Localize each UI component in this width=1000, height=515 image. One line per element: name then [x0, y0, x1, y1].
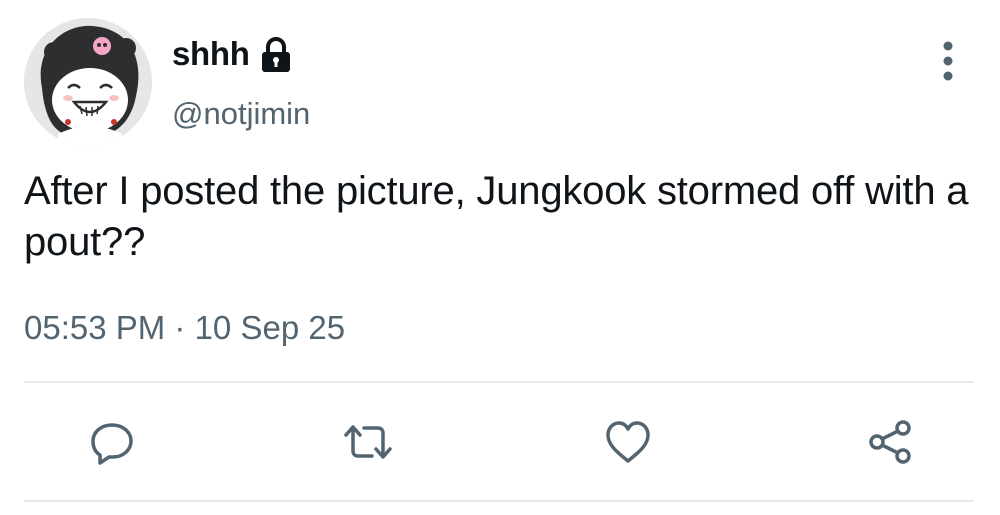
display-name[interactable]: shhh: [172, 34, 294, 74]
more-options-icon[interactable]: [928, 38, 968, 84]
divider-bottom: [24, 500, 974, 502]
tweet-timestamp[interactable]: 05:53 PM · 10 Sep 25: [24, 309, 345, 347]
heart-icon: [606, 421, 650, 463]
user-handle[interactable]: @notjimin: [172, 96, 310, 132]
display-name-text: shhh: [172, 35, 250, 72]
kuromi-avatar-icon: [24, 18, 152, 146]
retweet-icon: [344, 425, 392, 459]
share-button[interactable]: [862, 414, 918, 470]
reply-icon: [91, 423, 133, 465]
avatar[interactable]: [24, 18, 152, 146]
reply-button[interactable]: [84, 414, 140, 470]
divider: [24, 381, 974, 383]
retweet-button[interactable]: [340, 414, 396, 470]
tweet-text: After I posted the picture, Jungkook sto…: [24, 169, 969, 264]
lock-icon: [258, 36, 294, 74]
like-button[interactable]: [600, 414, 656, 470]
share-icon: [869, 420, 911, 464]
